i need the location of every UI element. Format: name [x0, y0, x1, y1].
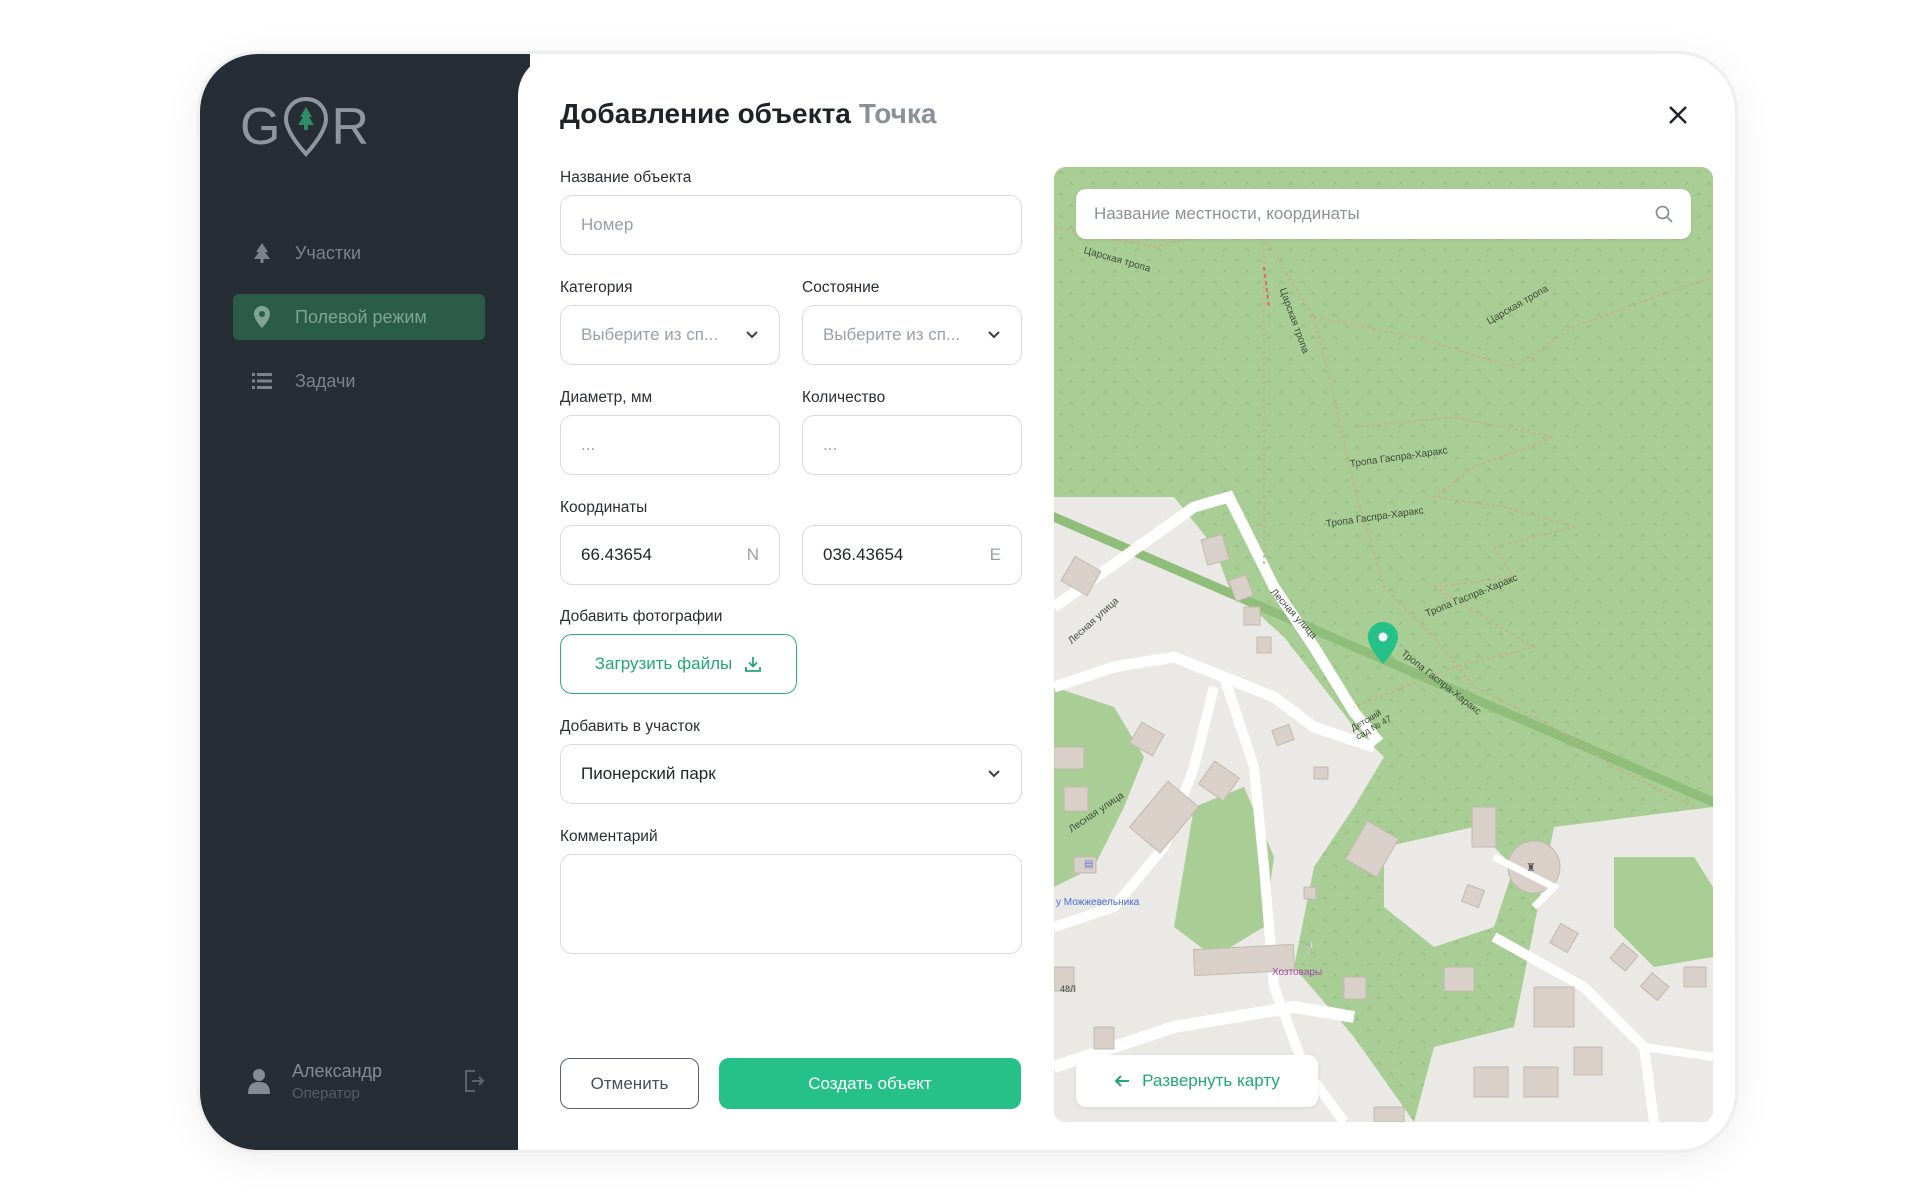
tree-icon: [251, 242, 273, 264]
user-role: Оператор: [292, 1084, 360, 1102]
diameter-label: Диаметр, мм: [560, 389, 653, 406]
area-label: Добавить в участок: [560, 718, 700, 735]
sidebar-item-label: Задачи: [295, 370, 356, 391]
state-placeholder: Выберите из сп...: [823, 325, 961, 344]
coordinates-label: Координаты: [560, 499, 648, 516]
logo: G R: [240, 96, 370, 158]
sidebar-item-tasks[interactable]: Задачи: [233, 358, 485, 404]
latitude-field[interactable]: 66.43654 N: [560, 525, 780, 585]
quantity-placeholder: ...: [823, 435, 838, 454]
longitude-field[interactable]: 036.43654 E: [802, 525, 1022, 585]
device-frame: G R Участки Полевой режим Задачи Алексан…: [200, 54, 1735, 1150]
close-icon[interactable]: [1665, 102, 1691, 128]
diameter-placeholder: ...: [581, 435, 596, 454]
map-search-placeholder: Название местности, координаты: [1094, 204, 1360, 223]
category-placeholder: Выберите из сп...: [581, 325, 719, 344]
state-select[interactable]: Выберите из сп...: [802, 305, 1022, 365]
sidebar-nav: Участки Полевой режим Задачи: [233, 230, 485, 422]
longitude-value: 036.43654: [823, 545, 904, 564]
category-select[interactable]: Выберите из сп...: [560, 305, 780, 365]
object-name-placeholder: Номер: [581, 215, 634, 234]
quantity-field[interactable]: ...: [802, 415, 1022, 475]
longitude-suffix: E: [989, 545, 1001, 564]
latitude-value: 66.43654: [581, 545, 652, 564]
location-pin-icon: [251, 306, 273, 328]
map-label: у Можжевельника: [1056, 897, 1140, 908]
sidebar-item-label: Участки: [295, 242, 361, 263]
chevron-down-icon: [988, 770, 1000, 778]
latitude-suffix: N: [746, 545, 759, 564]
sidebar-item-field-mode[interactable]: Полевой режим: [233, 294, 485, 340]
download-icon: [745, 657, 762, 672]
sidebar-item-label: Полевой режим: [295, 306, 427, 327]
comment-field[interactable]: [560, 854, 1022, 954]
map[interactable]: ♜ 🍴 ▤ Царская тропа Царская тропа Царска…: [1054, 167, 1713, 1122]
map-label: Хозтовары: [1272, 967, 1323, 978]
diameter-field[interactable]: ...: [560, 415, 780, 475]
arrow-left-icon: [1114, 1075, 1130, 1087]
object-name-label: Название объекта: [560, 169, 692, 186]
chevron-down-icon: [746, 331, 758, 339]
upload-files-button[interactable]: Загрузить файлы: [560, 634, 797, 694]
logo-pin-icon: [284, 96, 329, 157]
svg-text:▤: ▤: [1084, 859, 1093, 870]
map-search-input[interactable]: Название местности, координаты: [1076, 189, 1691, 239]
state-label: Состояние: [802, 279, 880, 296]
list-icon: [251, 370, 273, 392]
page-title: Добавление объекта Точка: [560, 98, 936, 130]
map-label: 48Л: [1060, 984, 1076, 994]
chevron-down-icon: [988, 331, 1000, 339]
expand-map-button[interactable]: Развернуть карту: [1076, 1055, 1318, 1107]
cancel-label: Отменить: [590, 1073, 669, 1093]
photos-label: Добавить фотографии: [560, 608, 723, 625]
area-select[interactable]: Пионерский парк: [560, 744, 1022, 804]
title-text: Добавление объекта: [560, 98, 851, 129]
user-icon: [248, 1069, 270, 1094]
logo-letter-r: R: [331, 98, 371, 156]
title-type: Точка: [858, 98, 937, 129]
create-label: Создать объект: [808, 1073, 932, 1093]
search-icon[interactable]: [1655, 205, 1673, 223]
add-object-panel: Добавление объекта Точка Название объекта…: [518, 54, 1735, 1150]
create-object-button[interactable]: Создать объект: [719, 1058, 1021, 1109]
map-marker-icon[interactable]: [1367, 621, 1399, 665]
upload-button-label: Загрузить файлы: [594, 654, 733, 673]
category-label: Категория: [560, 279, 633, 296]
logout-icon[interactable]: [462, 1068, 488, 1094]
user-name: Александр: [292, 1060, 383, 1081]
quantity-label: Количество: [802, 389, 886, 406]
area-value: Пионерский парк: [581, 764, 716, 783]
sidebar-item-plots[interactable]: Участки: [233, 230, 485, 276]
logo-letter-g: G: [240, 98, 282, 156]
svg-text:♜: ♜: [1526, 861, 1536, 874]
user-profile: Александр Оператор: [248, 1056, 488, 1106]
cancel-button[interactable]: Отменить: [560, 1058, 699, 1109]
object-name-field[interactable]: Номер: [560, 195, 1022, 255]
comment-label: Комментарий: [560, 828, 658, 845]
svg-text:🍴: 🍴: [1302, 941, 1317, 955]
expand-map-label: Развернуть карту: [1142, 1071, 1280, 1090]
sidebar: G R Участки Полевой режим Задачи Алексан…: [200, 54, 530, 1150]
